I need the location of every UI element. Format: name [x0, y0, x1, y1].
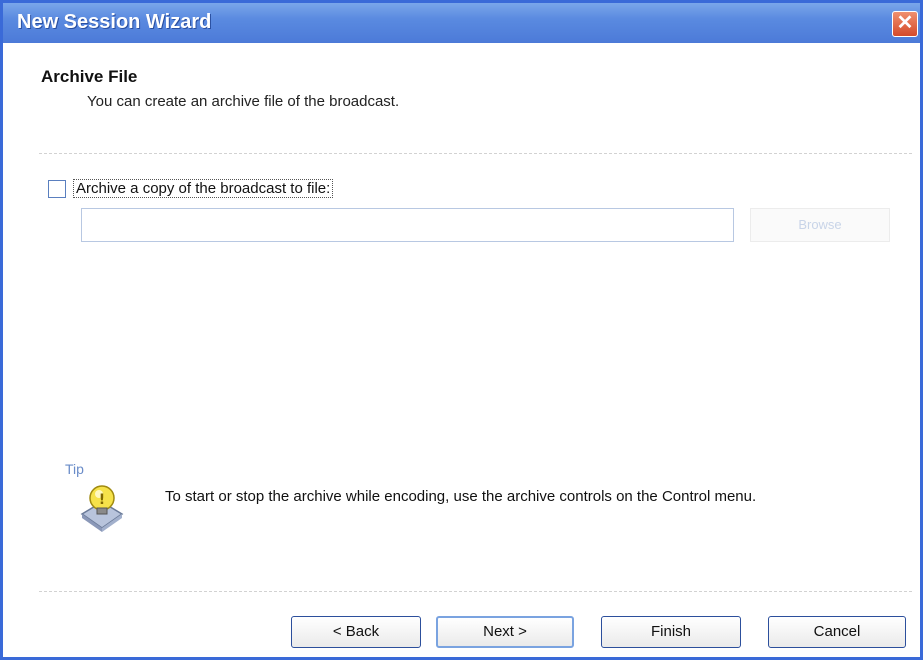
close-button[interactable]: ✕: [892, 11, 918, 37]
page-subtitle: You can create an archive file of the br…: [87, 93, 400, 110]
tip-lightbulb-icon: !: [78, 480, 126, 539]
wizard-window: New Session Wizard ✕ Archive File You ca…: [0, 0, 923, 660]
title-bar[interactable]: New Session Wizard ✕: [3, 3, 920, 43]
cancel-button[interactable]: Cancel: [768, 616, 906, 648]
finish-button[interactable]: Finish: [601, 616, 741, 648]
svg-text:!: !: [99, 492, 105, 508]
tip-text: To start or stop the archive while encod…: [165, 488, 757, 505]
next-button[interactable]: Next >: [436, 616, 574, 648]
browse-button[interactable]: Browse: [750, 208, 890, 242]
header-divider: [39, 153, 912, 154]
footer-divider: [39, 591, 912, 592]
page-title: Archive File: [41, 67, 138, 86]
close-icon: ✕: [896, 12, 914, 34]
archive-checkbox-label[interactable]: Archive a copy of the broadcast to file:: [73, 179, 334, 198]
archive-path-input[interactable]: [81, 208, 734, 242]
tip-label: Tip: [65, 461, 84, 477]
archive-checkbox[interactable]: [48, 180, 66, 198]
window-title: New Session Wizard: [17, 11, 212, 33]
back-button[interactable]: < Back: [291, 616, 421, 648]
